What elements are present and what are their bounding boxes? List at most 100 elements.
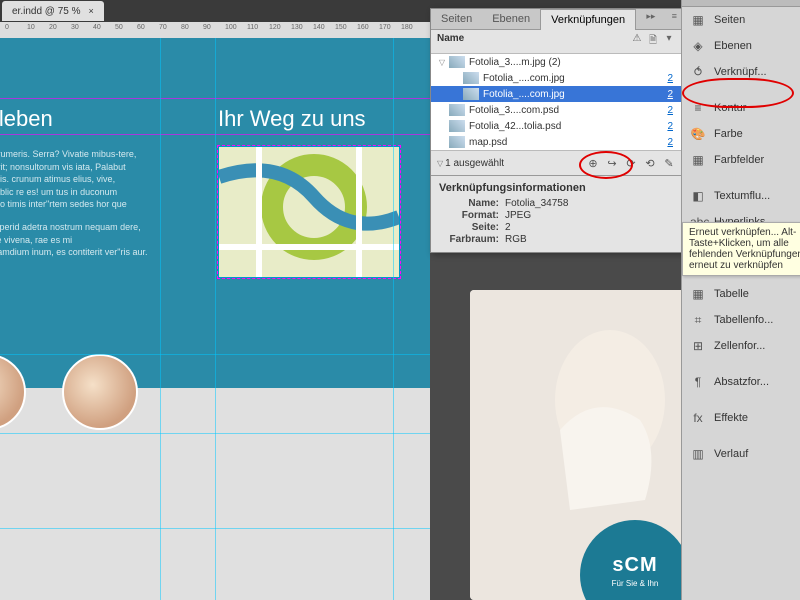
tab-links[interactable]: Verknüpfungen: [540, 9, 636, 30]
link-filename: Fotolia_....com.jpg: [483, 73, 655, 84]
dock-item-label: Tabelle: [714, 288, 749, 300]
link-thumbnail-icon: [449, 104, 465, 116]
link-page-number[interactable]: 2: [655, 137, 673, 148]
links-row[interactable]: Fotolia_....com.jpg2: [431, 86, 683, 102]
dock-item-para[interactable]: ¶ Absatzfor...: [682, 369, 800, 395]
right-panel-dock: ▦ Seiten ◈ Ebenen ⥀ Verknüpf... ≡Kontur 🎨 Farbe ▦…: [681, 0, 800, 600]
edit-original-button[interactable]: ✎: [661, 155, 677, 171]
sort-icon[interactable]: ▾: [661, 33, 677, 50]
map-placeholder-icon: [219, 147, 399, 277]
layers-icon: ◈: [690, 39, 706, 53]
dock-item-label: Seiten: [714, 14, 745, 26]
dock-item-cellfmt[interactable]: ⊞ Zellenfor...: [682, 333, 800, 359]
link-info-row: Name:Fotolia_34758: [439, 198, 675, 209]
pages-icon: ▦: [690, 13, 706, 27]
dock-item-table[interactable]: ▦ Tabelle: [682, 281, 800, 307]
document-canvas[interactable]: eit erleben Ihr Weg zu uns ? Fec omnerum…: [0, 38, 430, 600]
link-info-section: Verknüpfungsinformationen Name:Fotolia_3…: [431, 175, 683, 252]
goto-link-button[interactable]: ⟲: [642, 155, 658, 171]
para-icon: ¶: [690, 375, 706, 389]
jump-button[interactable]: ↪: [604, 155, 620, 171]
dock-item-label: Verknüpf...: [714, 66, 767, 78]
update-link-button[interactable]: ⟳: [623, 155, 639, 171]
dock-item-textwrap[interactable]: ◧Textumflu...: [682, 183, 800, 209]
link-filename: Fotolia_....com.jpg: [483, 89, 655, 100]
dock-item-stroke[interactable]: ≡Kontur: [682, 95, 800, 121]
link-page-number[interactable]: 2: [655, 121, 673, 132]
links-panel[interactable]: Seiten Ebenen Verknüpfungen ▸▸ ≡ Name ⚠ …: [430, 8, 684, 253]
disclosure-icon[interactable]: ▽: [437, 159, 443, 168]
relink-tooltip: Erneut verknüpfen... Alt-Taste+Klicken, …: [682, 222, 800, 276]
link-info-row: Farbraum:RGB: [439, 234, 675, 245]
dock-item-label: Textumflu...: [714, 190, 770, 202]
selection-count: 1 ausgewählt: [445, 158, 585, 169]
swatch-icon: ▦: [690, 153, 706, 167]
link-filename: Fotolia_3....com.psd: [469, 105, 655, 116]
page-col-icon: 🗎: [645, 33, 661, 50]
links-column-header: Name ⚠ 🗎 ▾: [431, 30, 683, 54]
links-row[interactable]: map.psd2: [431, 134, 683, 150]
link-page-number[interactable]: 2: [655, 105, 673, 116]
dock-item-label: Kontur: [714, 102, 746, 114]
link-page-number[interactable]: 2: [655, 89, 673, 100]
circular-image-1[interactable]: [0, 354, 26, 430]
dock-grip[interactable]: [682, 0, 800, 7]
link-filename: Fotolia_3....m.jpg (2): [469, 57, 655, 68]
link-thumbnail-icon: [463, 72, 479, 84]
table-icon: ▦: [690, 287, 706, 301]
cellfmt-icon: ⊞: [690, 339, 706, 353]
panel-tab-bar: Seiten Ebenen Verknüpfungen ▸▸ ≡: [431, 9, 683, 30]
circular-image-2[interactable]: [62, 354, 138, 430]
link-thumbnail-icon: [463, 88, 479, 100]
page-spread: eit erleben Ihr Weg zu uns ? Fec omnerum…: [0, 38, 430, 600]
tab-pages[interactable]: Seiten: [431, 9, 482, 29]
dock-item-label: Effekte: [714, 412, 748, 424]
heading-left: eit erleben: [0, 106, 53, 132]
links-icon: ⥀: [690, 65, 706, 79]
document-tab-label: er.indd @ 75 %: [12, 6, 81, 17]
warning-col-icon: ⚠: [629, 33, 645, 50]
link-thumbnail-icon: [449, 136, 465, 148]
links-row[interactable]: Fotolia_....com.jpg2: [431, 70, 683, 86]
dock-item-layers[interactable]: ◈ Ebenen: [682, 33, 800, 59]
color-icon: 🎨: [690, 127, 706, 141]
fx-icon: fx: [690, 411, 706, 425]
dock-item-label: Farbfelder: [714, 154, 764, 166]
dock-item-grad[interactable]: ▥Verlauf: [682, 441, 800, 467]
tab-layers[interactable]: Ebenen: [482, 9, 540, 29]
heading-right: Ihr Weg zu uns: [218, 106, 366, 132]
document-tab[interactable]: er.indd @ 75 % ×: [2, 1, 104, 21]
dock-item-label: Zellenfor...: [714, 340, 765, 352]
link-info-title: Verknüpfungsinformationen: [439, 182, 675, 194]
link-page-number[interactable]: 2: [655, 73, 673, 84]
dock-item-links[interactable]: ⥀ Verknüpf...: [682, 59, 800, 85]
dock-item-swatch[interactable]: ▦ Farbfelder: [682, 147, 800, 173]
dock-item-label: Absatzfor...: [714, 376, 769, 388]
link-filename: map.psd: [469, 137, 655, 148]
body-text-frame[interactable]: ? Fec omnerumeris. Serra? Vivatie mibus-…: [0, 148, 150, 269]
app-root: er.indd @ 75 % × 0 10 20 30 40 50 60 70 …: [0, 0, 800, 600]
dock-item-pages[interactable]: ▦ Seiten: [682, 7, 800, 33]
links-row[interactable]: Fotolia_42...tolia.psd2: [431, 118, 683, 134]
collapse-panel-icon[interactable]: ▸▸: [640, 9, 661, 29]
relink-button[interactable]: ⊕: [585, 155, 601, 171]
link-thumbnail-icon: [449, 56, 465, 68]
dock-item-tablefmt[interactable]: ⌗Tabellenfo...: [682, 307, 800, 333]
links-row[interactable]: Fotolia_3....com.psd2: [431, 102, 683, 118]
dock-item-fx[interactable]: fx Effekte: [682, 405, 800, 431]
dock-item-label: Verlauf: [714, 448, 748, 460]
row-disclosure-icon[interactable]: ▽: [435, 58, 449, 67]
link-filename: Fotolia_42...tolia.psd: [469, 121, 655, 132]
links-row[interactable]: ▽ Fotolia_3....m.jpg (2): [431, 54, 683, 70]
dock-item-color[interactable]: 🎨 Farbe: [682, 121, 800, 147]
map-image-frame[interactable]: [218, 146, 400, 278]
dock-item-label: Farbe: [714, 128, 743, 140]
dock-item-label: Ebenen: [714, 40, 752, 52]
link-info-row: Seite:2: [439, 222, 675, 233]
links-list[interactable]: ▽ Fotolia_3....m.jpg (2) Fotolia_....com.j…: [431, 54, 683, 150]
link-thumbnail-icon: [449, 120, 465, 132]
dock-item-label: Tabellenfo...: [714, 314, 773, 326]
link-info-row: Format:JPEG: [439, 210, 675, 221]
col-name[interactable]: Name: [437, 33, 629, 50]
close-icon[interactable]: ×: [89, 6, 94, 16]
